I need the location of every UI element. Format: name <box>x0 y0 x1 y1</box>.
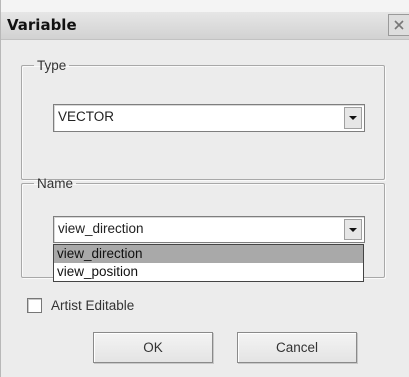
name-select[interactable]: view_direction <box>53 216 365 243</box>
name-legend: Name <box>37 176 74 191</box>
chevron-down-icon <box>349 227 357 232</box>
type-select[interactable]: VECTOR <box>53 104 365 132</box>
name-option-view-position[interactable]: view_position <box>54 263 363 281</box>
type-select-value: VECTOR <box>58 109 115 124</box>
variable-dialog: Variable Type VECTOR Name view_direction… <box>0 0 409 377</box>
chevron-down-icon <box>349 116 357 120</box>
name-option-view-direction[interactable]: view_direction <box>54 245 363 263</box>
window-title: Variable <box>7 16 77 34</box>
type-dropdown-button[interactable] <box>344 107 362 129</box>
ok-button[interactable]: OK <box>93 332 213 363</box>
cancel-button[interactable]: Cancel <box>237 332 357 363</box>
artist-editable-row[interactable]: Artist Editable <box>27 296 134 314</box>
name-dropdown-list[interactable]: view_direction view_position <box>53 244 364 282</box>
top-strip <box>1 0 409 12</box>
type-legend: Type <box>37 58 67 73</box>
name-select-value: view_direction <box>58 221 144 236</box>
artist-editable-checkbox[interactable] <box>27 297 42 313</box>
name-dropdown-button[interactable] <box>344 219 362 240</box>
close-button[interactable] <box>388 14 409 36</box>
artist-editable-label[interactable]: Artist Editable <box>51 298 134 313</box>
close-icon <box>394 20 404 30</box>
title-bar[interactable]: Variable <box>1 12 409 40</box>
